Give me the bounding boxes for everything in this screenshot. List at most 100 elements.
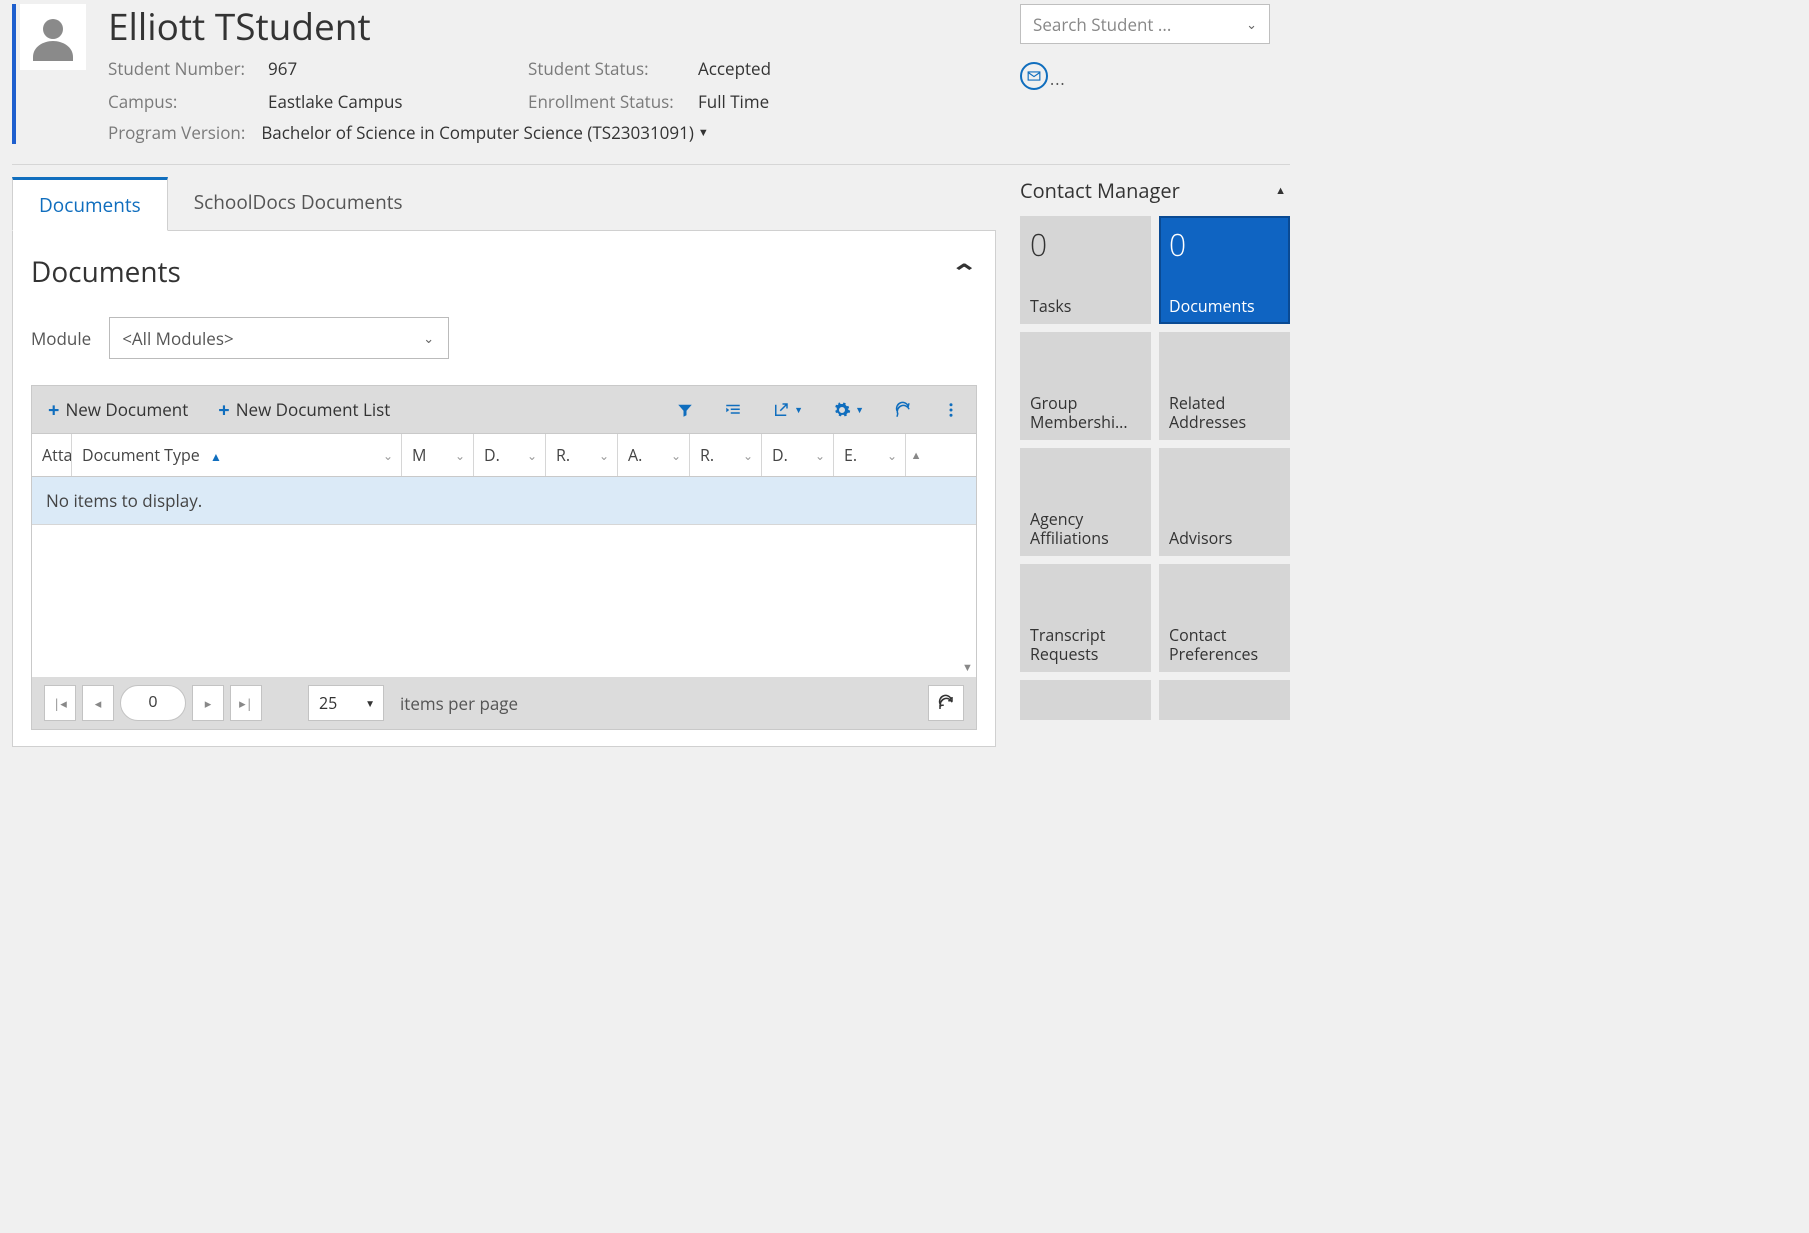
value-campus: Eastlake Campus <box>268 90 528 113</box>
label-campus: Campus: <box>108 90 268 113</box>
tabs: Documents SchoolDocs Documents <box>12 177 996 231</box>
chevron-down-icon: ⌄ <box>887 447 897 464</box>
refresh-icon <box>937 694 955 712</box>
chevron-down-icon: ⌄ <box>743 447 753 464</box>
more-vertical-icon <box>942 401 960 419</box>
chevron-down-icon: ⌄ <box>455 447 465 464</box>
filter-button[interactable] <box>676 401 694 419</box>
pager-prev[interactable]: ◂ <box>82 685 114 721</box>
column-attachment[interactable]: Atta <box>32 434 72 476</box>
chevron-down-icon: ⌄ <box>527 447 537 464</box>
tile-documents-label: Documents <box>1169 297 1280 316</box>
label-program-version: Program Version: <box>108 121 245 144</box>
label-student-number: Student Number: <box>108 57 268 80</box>
next-page-icon: ▸ <box>205 694 212 712</box>
mail-button[interactable] <box>1020 62 1048 90</box>
pager-first[interactable]: |◂ <box>44 685 76 721</box>
contact-manager-collapse[interactable]: ▲ <box>1275 183 1286 198</box>
tab-schooldocs[interactable]: SchoolDocs Documents <box>168 177 429 230</box>
filter-icon <box>676 401 694 419</box>
more-button[interactable] <box>942 401 960 419</box>
column-e-label: E. <box>844 444 857 466</box>
tile-advisors-label: Advisors <box>1169 529 1280 548</box>
outdent-button[interactable] <box>724 401 742 419</box>
tile-related-addresses-label: Related Addresses <box>1169 394 1280 432</box>
caret-down-icon: ▼ <box>794 403 803 416</box>
value-student-number: 967 <box>268 57 528 80</box>
column-d1[interactable]: D.⌄ <box>474 434 546 476</box>
chevron-down-icon: ⌄ <box>423 329 434 347</box>
tile-extra-left[interactable] <box>1020 680 1151 720</box>
column-m[interactable]: M⌄ <box>402 434 474 476</box>
outdent-icon <box>724 401 742 419</box>
value-student-status: Accepted <box>698 57 898 80</box>
program-version-dropdown[interactable]: Bachelor of Science in Computer Science … <box>261 121 708 144</box>
column-attachment-label: Atta <box>42 444 72 466</box>
new-document-label: New Document <box>65 398 188 421</box>
caret-down-icon: ▼ <box>698 125 709 140</box>
column-d2[interactable]: D. ⌄ <box>762 434 834 476</box>
no-items-message: No items to display. <box>32 477 976 525</box>
tile-advisors[interactable]: Advisors <box>1159 448 1290 556</box>
refresh-button[interactable] <box>894 401 912 419</box>
column-r1-label: R. <box>556 444 570 466</box>
settings-button[interactable]: ▼ <box>833 401 864 419</box>
tile-transcript-requests-label: Transcript Requests <box>1030 626 1141 664</box>
pager-page-input[interactable] <box>120 685 186 721</box>
pager-pagesize-value: 25 <box>319 692 337 714</box>
new-document-list-label: New Document List <box>236 398 391 421</box>
mail-icon <box>1027 69 1041 83</box>
tile-contact-preferences[interactable]: Contact Preferences <box>1159 564 1290 672</box>
chevron-down-icon: ⌄ <box>1246 15 1257 33</box>
export-icon <box>772 401 790 419</box>
tab-documents[interactable]: Documents <box>12 177 168 231</box>
tile-tasks-count: 0 <box>1030 224 1141 265</box>
value-enrollment-status: Full Time <box>698 90 898 113</box>
tile-tasks[interactable]: 0 Tasks <box>1020 216 1151 324</box>
collapse-toggle[interactable]: ⌃ <box>951 253 977 291</box>
person-icon <box>29 13 77 61</box>
pager-last[interactable]: ▸| <box>230 685 262 721</box>
label-enrollment-status: Enrollment Status: <box>528 90 698 113</box>
new-document-list-button[interactable]: + New Document List <box>218 398 390 421</box>
new-document-button[interactable]: + New Document <box>48 398 188 421</box>
gear-icon <box>833 401 851 419</box>
chevron-down-icon: ⌄ <box>815 447 825 464</box>
tile-extra-right[interactable] <box>1159 680 1290 720</box>
avatar <box>20 4 86 70</box>
pager-items-per-page-label: items per page <box>400 692 518 715</box>
column-a[interactable]: A.⌄ <box>618 434 690 476</box>
tile-related-addresses[interactable]: Related Addresses <box>1159 332 1290 440</box>
tile-agency-affiliations[interactable]: Agency Affiliations <box>1020 448 1151 556</box>
column-a-label: A. <box>628 444 642 466</box>
mail-more-dots[interactable]: ... <box>1050 68 1066 90</box>
pager-refresh[interactable] <box>928 685 964 721</box>
tile-agency-affiliations-label: Agency Affiliations <box>1030 510 1141 548</box>
export-button[interactable]: ▼ <box>772 401 803 419</box>
header-divider <box>12 164 1290 165</box>
tile-contact-preferences-label: Contact Preferences <box>1169 626 1280 664</box>
column-r1[interactable]: R.⌄ <box>546 434 618 476</box>
column-d2-label: D. <box>772 444 788 466</box>
column-e[interactable]: E. ⌄ <box>834 434 906 476</box>
tile-group-memberships[interactable]: Group Membershi... <box>1020 332 1151 440</box>
module-value: <All Modules> <box>122 327 233 350</box>
label-student-status: Student Status: <box>528 57 698 80</box>
pager-next[interactable]: ▸ <box>192 685 224 721</box>
caret-down-icon: ▼ <box>855 403 864 416</box>
module-select[interactable]: <All Modules> ⌄ <box>109 317 449 359</box>
column-document-type[interactable]: Document Type ▲ ⌄ <box>72 434 402 476</box>
tile-documents[interactable]: 0 Documents <box>1159 216 1290 324</box>
last-page-icon: ▸| <box>239 694 253 712</box>
scroll-down-icon: ▼ <box>962 660 974 675</box>
module-label: Module <box>31 327 91 350</box>
scroll-up[interactable]: ▲ <box>906 434 924 476</box>
column-r2[interactable]: R.⌄ <box>690 434 762 476</box>
search-student-dropdown[interactable]: Search Student ... ⌄ <box>1020 4 1270 44</box>
sort-asc-icon: ▲ <box>210 448 222 465</box>
tile-group-memberships-label: Group Membershi... <box>1030 394 1141 432</box>
tile-transcript-requests[interactable]: Transcript Requests <box>1020 564 1151 672</box>
pager-pagesize-select[interactable]: 25 ▼ <box>308 685 384 721</box>
grid-scrollbar[interactable]: ▼ <box>960 477 976 677</box>
plus-icon: + <box>218 400 229 420</box>
